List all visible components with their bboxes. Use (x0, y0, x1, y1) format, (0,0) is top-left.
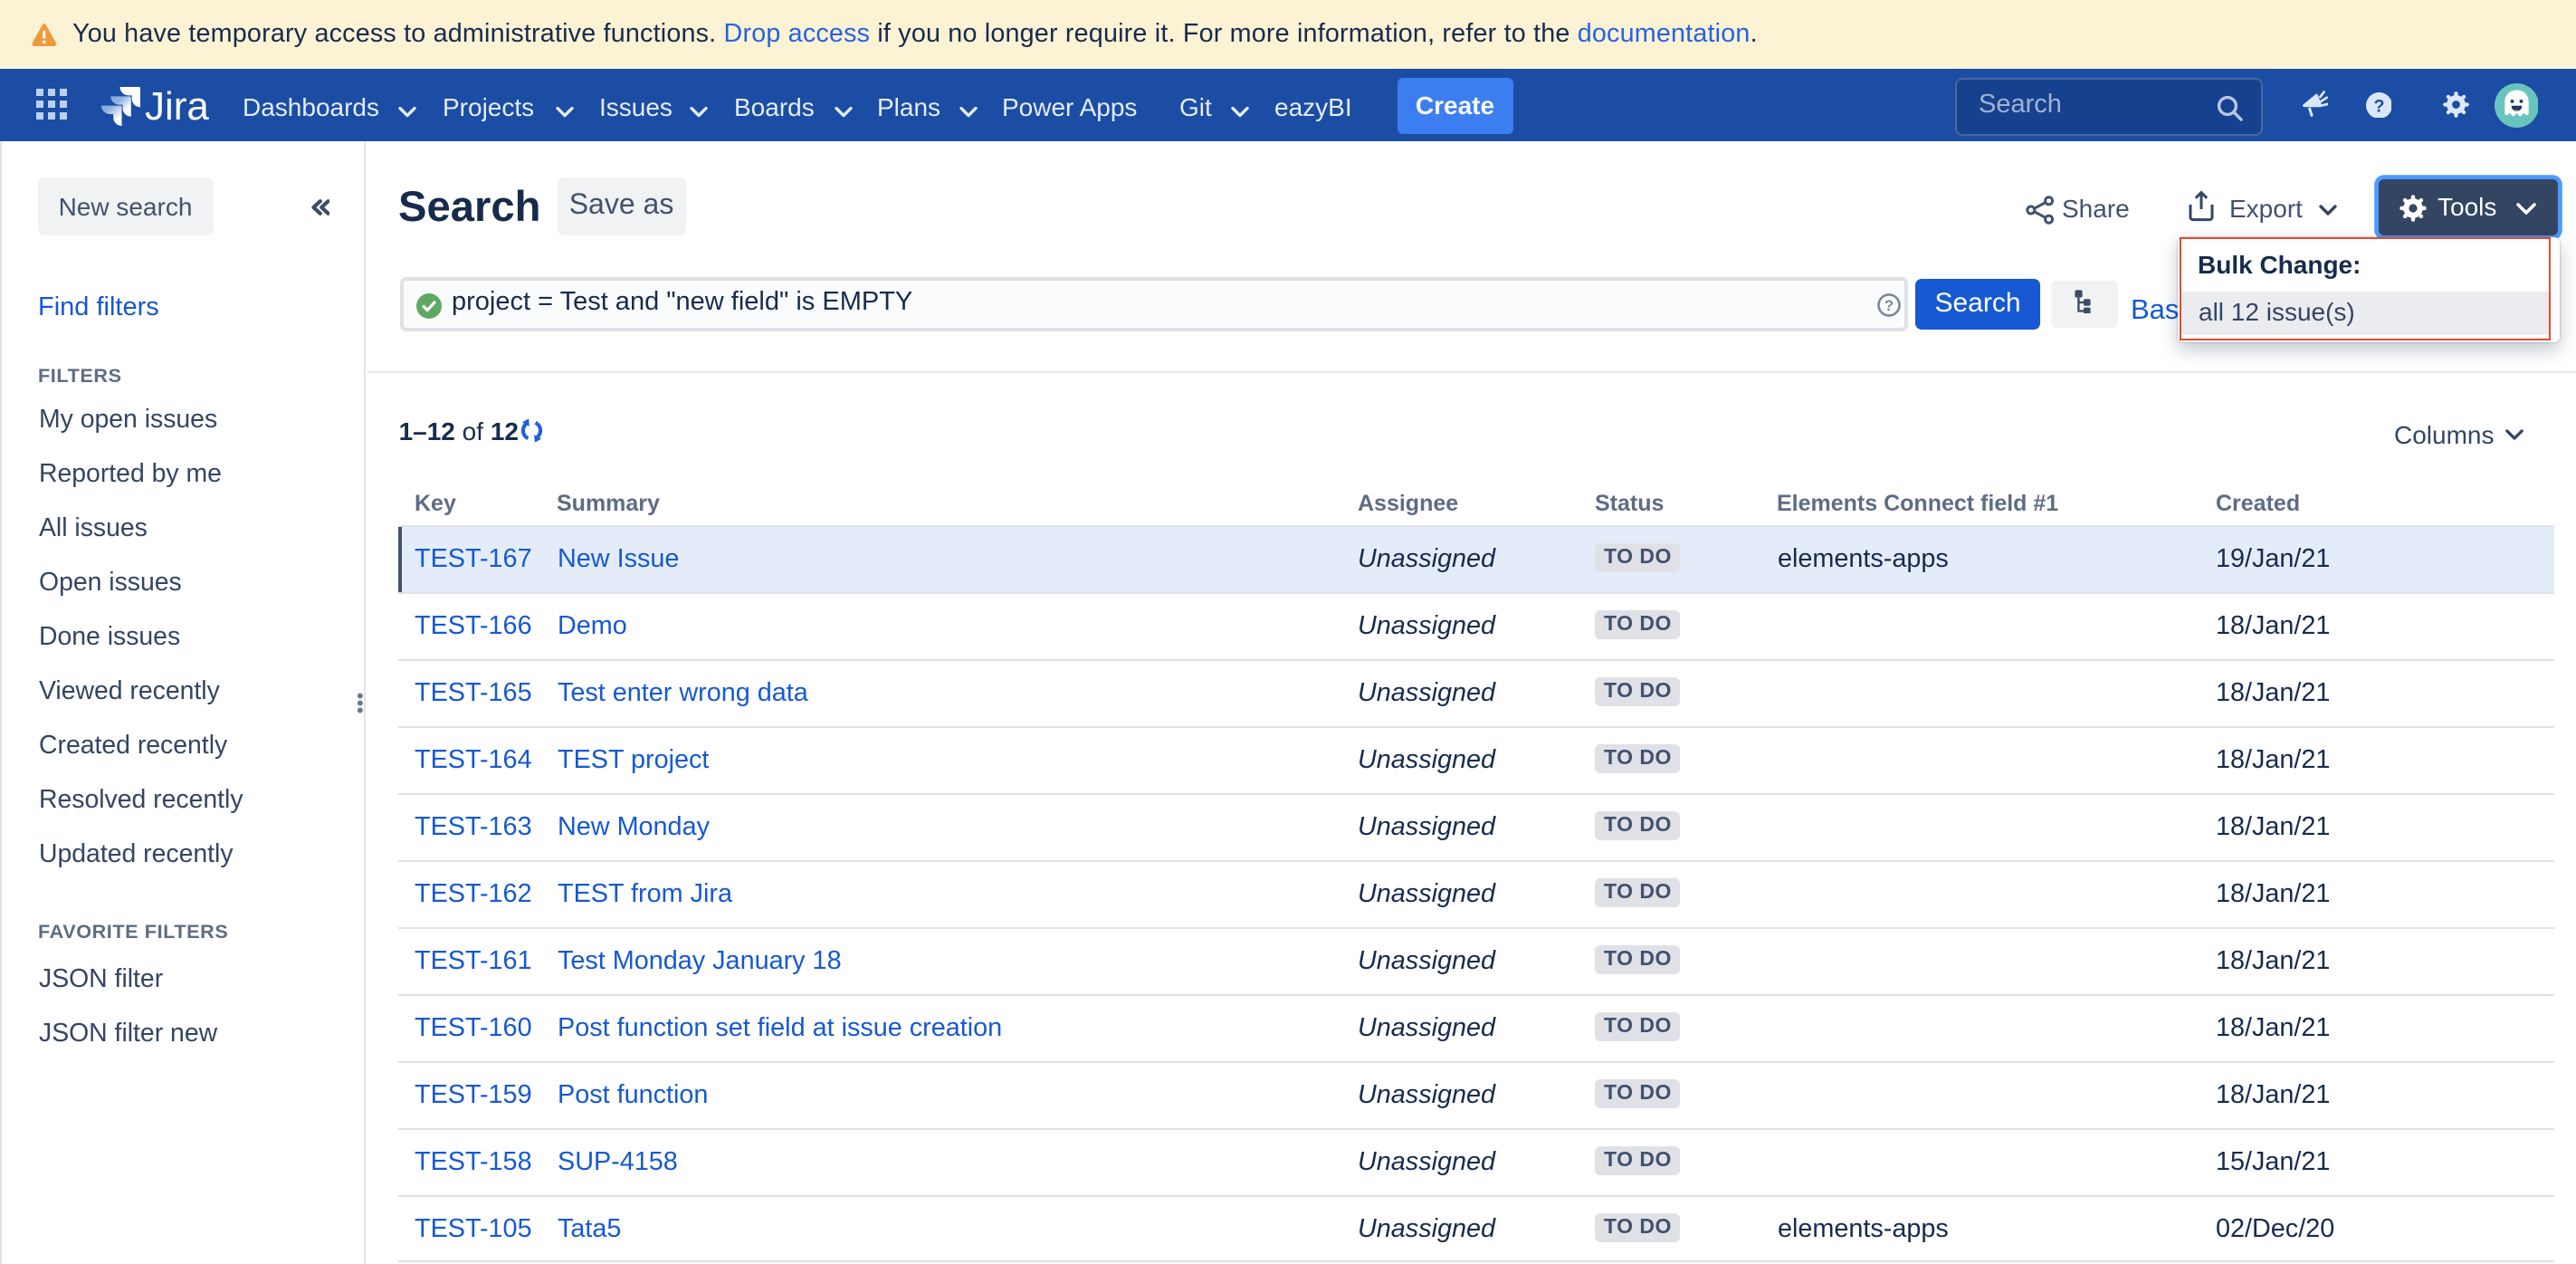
svg-text:?: ? (2373, 96, 2384, 116)
svg-text:?: ? (1884, 297, 1893, 314)
